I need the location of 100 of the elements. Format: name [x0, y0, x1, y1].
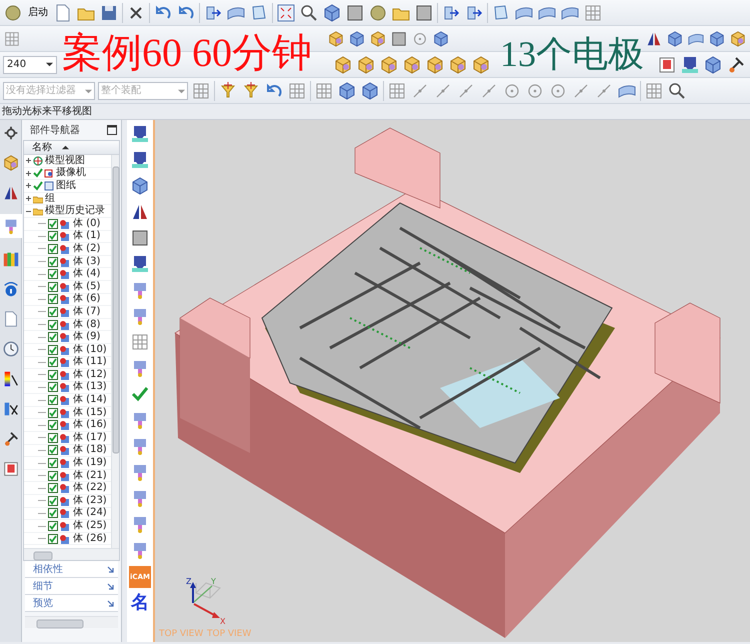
cube-icon[interactable] [360, 80, 380, 100]
tree-item[interactable]: 体 (7) [73, 306, 100, 317]
cube-icon[interactable] [666, 28, 684, 48]
cube-icon[interactable] [708, 28, 726, 48]
block-icon[interactable] [368, 28, 387, 48]
filter-icon[interactable] [241, 80, 261, 100]
fit-icon[interactable] [276, 2, 296, 22]
panel-header[interactable]: 预览 [25, 595, 118, 612]
tree-item[interactable]: 体 (4) [73, 269, 100, 280]
zoom-dropdown[interactable]: 240 [3, 56, 57, 74]
gear-icon[interactable] [2, 124, 20, 142]
tree-item[interactable]: 组 [45, 194, 55, 204]
sphere-icon[interactable] [368, 2, 388, 22]
zoom-icon[interactable] [299, 2, 319, 22]
tree-item[interactable]: 体 (3) [73, 256, 100, 267]
checkbox[interactable] [48, 521, 58, 532]
name-button[interactable]: 名 [131, 594, 149, 612]
tree-item[interactable]: 体 (10) [73, 344, 107, 355]
block-icon[interactable] [2, 154, 20, 172]
color-bar-icon[interactable] [2, 370, 20, 388]
block-icon[interactable] [333, 54, 353, 74]
expand-icon[interactable] [25, 182, 32, 190]
tree-item[interactable]: 体 (2) [73, 244, 100, 254]
clock-icon[interactable] [2, 340, 20, 358]
cube-icon[interactable] [348, 28, 366, 48]
checkbox[interactable] [48, 496, 58, 506]
cube-icon[interactable] [703, 54, 723, 74]
expand-icon[interactable] [25, 157, 32, 164]
books-icon[interactable] [2, 250, 20, 268]
maximize-icon[interactable] [107, 125, 117, 135]
tree-item[interactable]: 体 (22) [73, 483, 107, 494]
tree-item[interactable]: 体 (24) [73, 508, 107, 518]
start-button[interactable]: 启动 [26, 5, 50, 20]
checkbox[interactable] [48, 382, 58, 392]
checkbox[interactable] [48, 395, 58, 406]
checkbox[interactable] [48, 483, 58, 494]
grid-icon[interactable] [387, 80, 407, 100]
zoom-icon[interactable] [667, 80, 687, 100]
grid-icon[interactable] [287, 80, 307, 100]
block-icon[interactable] [471, 54, 491, 74]
panel-icon[interactable] [345, 2, 365, 22]
filter-icon[interactable] [218, 80, 238, 100]
panel-header[interactable]: 细节 [25, 578, 118, 595]
grid-icon[interactable] [583, 2, 603, 22]
block-icon[interactable] [326, 28, 345, 48]
tree-item[interactable]: 体 (21) [73, 470, 107, 481]
checkbox[interactable] [48, 218, 58, 229]
column-header[interactable]: 名称 [24, 141, 119, 155]
checkbox[interactable] [48, 370, 58, 380]
tree-item[interactable]: 体 (23) [73, 496, 107, 506]
checkbox[interactable] [48, 458, 58, 468]
checkbox[interactable] [48, 470, 58, 481]
tree-item[interactable]: 体 (16) [73, 420, 107, 430]
tree-item[interactable]: 体 (11) [73, 357, 107, 368]
checkbox[interactable] [48, 269, 58, 280]
checkbox[interactable] [48, 534, 58, 544]
tree-item[interactable]: 体 (13) [73, 382, 107, 392]
block-icon[interactable] [379, 54, 399, 74]
block-icon[interactable] [729, 28, 748, 48]
tree-item[interactable]: 体 (18) [73, 445, 107, 456]
checkbox[interactable] [48, 420, 58, 430]
cube-icon[interactable] [322, 2, 342, 22]
panel-icon[interactable] [414, 2, 434, 22]
checkbox[interactable] [48, 508, 58, 518]
checkbox[interactable] [48, 294, 58, 304]
tree-item[interactable]: 体 (25) [73, 521, 107, 532]
check-icon[interactable] [130, 384, 150, 404]
checkbox[interactable] [48, 244, 58, 254]
block-icon[interactable] [448, 54, 468, 74]
tree-item[interactable]: 体 (0) [73, 218, 100, 229]
tree-item[interactable]: 体 (1) [73, 231, 100, 242]
sphere-icon[interactable] [3, 2, 23, 22]
grid-icon[interactable] [191, 80, 211, 100]
cube-icon[interactable] [432, 28, 450, 48]
tree-item[interactable]: 体 (6) [73, 294, 100, 304]
panel-icon[interactable] [130, 228, 150, 248]
grid-icon[interactable] [314, 80, 334, 100]
tree-item[interactable]: 体 (9) [73, 332, 100, 342]
tree-item[interactable]: 体 (12) [73, 370, 107, 380]
checkbox[interactable] [48, 408, 58, 418]
checkbox[interactable] [48, 445, 58, 456]
block-icon[interactable] [356, 54, 376, 74]
tree-item[interactable]: 体 (5) [73, 282, 100, 292]
block-icon[interactable] [402, 54, 422, 74]
info-icon[interactable] [2, 280, 20, 298]
tree-item[interactable]: 体 (26) [73, 534, 107, 544]
tree-item[interactable]: 图纸 [56, 180, 76, 191]
block-icon[interactable] [425, 54, 445, 74]
checkbox[interactable] [48, 231, 58, 242]
tree-item[interactable]: 体 (19) [73, 458, 107, 468]
checkbox[interactable] [48, 432, 58, 443]
frame-icon[interactable] [657, 54, 677, 74]
expand-icon[interactable] [25, 170, 32, 177]
tree-item[interactable]: 模型历史记录 [45, 206, 105, 216]
checkbox[interactable] [48, 320, 58, 330]
cube-icon[interactable] [337, 80, 357, 100]
tree-item[interactable]: 体 (17) [73, 432, 107, 443]
expand-icon[interactable] [25, 195, 32, 202]
frame-icon[interactable] [2, 460, 20, 478]
checkbox[interactable] [48, 306, 58, 317]
